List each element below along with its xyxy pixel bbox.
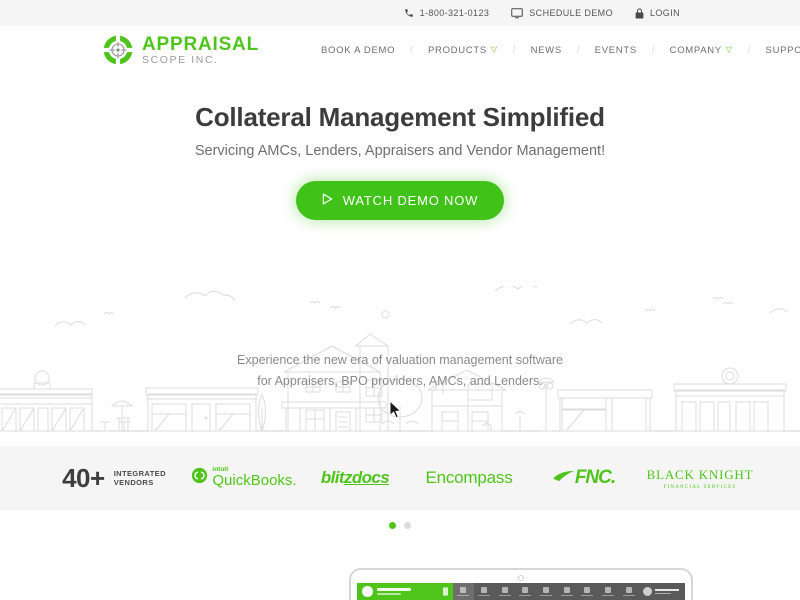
app-tab-8[interactable] [598,586,619,597]
vendor-count-label: INTEGRATED VENDORS [114,469,166,488]
quickbooks-logo[interactable]: intuit QuickBooks. [188,466,300,490]
app-menu-icon[interactable] [443,583,448,600]
fnc-text: FNC. [574,467,616,488]
logo-primary-text: APPRAISAL [142,33,259,55]
schedule-demo-label: SCHEDULE DEMO [529,8,613,18]
encompass-text: Encompass [425,468,513,487]
sun-decoration [381,310,390,319]
nav-item-support[interactable]: SUPPORT ▽ [766,45,800,56]
crosshair-target-icon [102,34,134,66]
nav-label: NEWS [530,44,562,56]
phone-number-link[interactable]: 1-800-321-0123 [404,8,490,18]
hero-content: Collateral Management Simplified Servici… [0,74,800,220]
lock-icon [635,8,644,19]
black-knight-text: BLACK KNIGHT [646,466,754,482]
nav-item-products[interactable]: PRODUCTS ▽ [428,45,498,56]
vendor-count: 40+ [62,462,105,493]
logo-wordmark: APPRAISAL SCOPE INC. [142,35,259,66]
fnc-logo[interactable]: FNC. [528,467,640,489]
carousel-pagination [0,510,800,529]
nav-label: SUPPORT [765,44,800,56]
nav-label: BOOK A DEMO [321,44,396,56]
monitor-icon [511,7,524,19]
app-toolbar [453,583,639,600]
app-user-menu[interactable] [639,583,685,600]
utility-bar: 1-800-321-0123 SCHEDULE DEMO LOGIN [0,0,800,26]
blitzdocs-text-b: zdocs [343,468,390,487]
black-knight-subtext: FINANCIAL SERVICES [663,484,737,490]
app-tab-9[interactable] [618,586,639,597]
site-header: APPRAISAL SCOPE INC. BOOK A DEMO / PRODU… [0,26,800,74]
chevron-down-icon: ▽ [725,45,733,54]
play-triangle-icon [322,193,333,208]
integrated-vendors-stat: 40+ INTEGRATED VENDORS [40,463,188,494]
encompass-logo[interactable]: Encompass [410,468,528,488]
page-root: 1-800-321-0123 SCHEDULE DEMO LOGIN APPRA… [0,0,800,600]
carousel-dot-2[interactable] [404,522,411,529]
app-tab-7[interactable] [577,586,598,597]
chevron-down-icon: ▽ [490,45,498,54]
tablet-camera-icon [518,575,524,581]
hero-blurb-line-2: for Appraisers, BPO providers, AMCs, and… [257,373,543,388]
app-tab-2[interactable] [474,586,495,597]
app-tab-6[interactable] [556,586,577,597]
nav-item-book-a-demo[interactable]: BOOK A DEMO [321,45,395,56]
quickbooks-mark-icon [191,467,208,489]
hero-section: Collateral Management Simplified Servici… [0,74,800,446]
vendor-label-line-1: INTEGRATED [113,468,166,478]
nav-separator: / [512,44,516,56]
app-logo-icon [362,586,373,597]
phone-number-label: 1-800-321-0123 [419,8,490,18]
black-knight-logo[interactable]: BLACK KNIGHT FINANCIAL SERVICES [640,467,760,490]
nav-label: PRODUCTS [428,44,487,56]
carousel-dot-1[interactable] [389,522,396,529]
hero-subtitle: Servicing AMCs, Lenders, Appraisers and … [194,143,606,159]
login-label: LOGIN [649,8,680,18]
avatar [643,587,652,596]
app-tab-4[interactable] [515,586,536,597]
app-user-name [655,588,679,595]
blitzdocs-logo[interactable]: blitzdocs [300,468,410,488]
app-brand-bar [357,583,453,600]
nav-separator: / [747,44,751,56]
site-logo[interactable]: APPRAISAL SCOPE INC. [102,34,259,66]
hero-blurb: Experience the new era of valuation mana… [0,350,800,391]
logo-secondary-text: SCOPE INC. [142,53,219,66]
app-tab-5[interactable] [536,586,557,597]
nav-item-company[interactable]: COMPANY ▽ [670,45,733,56]
nav-separator: / [576,44,580,56]
nav-item-news[interactable]: NEWS [531,45,562,56]
nav-separator: / [651,44,655,56]
tablet-screen [357,583,685,600]
watch-demo-button[interactable]: WATCH DEMO NOW [295,181,505,220]
vendor-label-line-2: VENDORS [113,478,154,487]
blitzdocs-text-a: blit [320,468,345,487]
quickbooks-text: QuickBooks. [212,472,297,490]
nav-label: EVENTS [594,44,637,56]
app-tab-3[interactable] [494,586,515,597]
app-tab-dashboard[interactable] [453,583,474,600]
app-brand-text [377,588,439,595]
watch-demo-label: WATCH DEMO NOW [342,193,479,208]
page-title: Collateral Management Simplified [195,102,605,132]
tablet-mockup-section [0,568,800,600]
hero-blurb-line-1: Experience the new era of valuation mana… [237,353,563,367]
partner-logos-band: 40+ INTEGRATED VENDORS intuit QuickBooks… [0,446,800,510]
schedule-demo-link[interactable]: SCHEDULE DEMO [511,7,613,19]
nav-separator: / [410,44,413,56]
fnc-swoosh-icon [552,469,575,487]
main-navigation: BOOK A DEMO / PRODUCTS ▽ / NEWS / EVENTS… [321,45,800,56]
phone-icon [404,8,414,18]
login-link[interactable]: LOGIN [635,8,680,19]
nav-label: COMPANY [669,44,722,56]
tablet-device [349,568,693,600]
nav-item-events[interactable]: EVENTS [595,45,637,56]
mouse-cursor [389,399,402,424]
